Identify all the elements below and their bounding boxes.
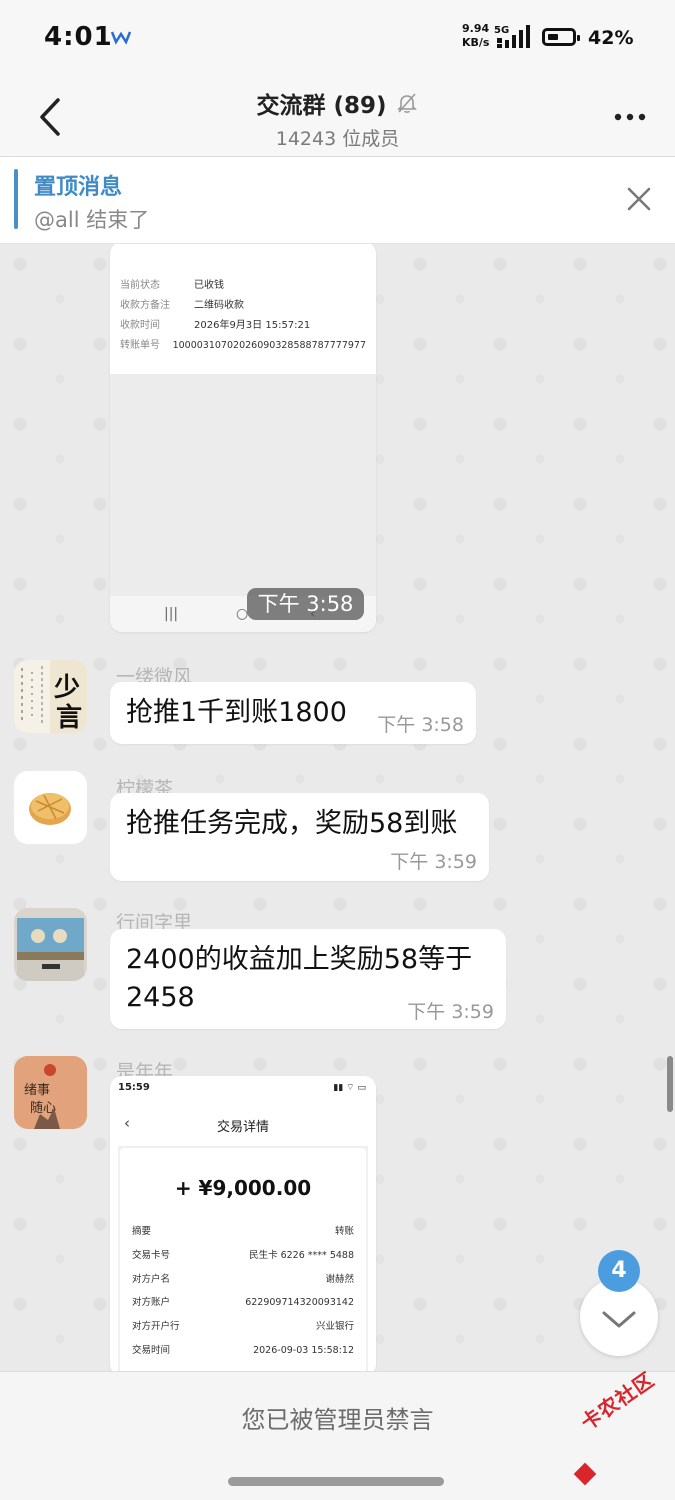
image-message[interactable]: 15:59 ▮▮ ⌔ ▭ ‹ 交易详情 + ¥9,000.00 摘要 转账 交易卡… [110, 1076, 376, 1371]
battery-percent: 42% [588, 27, 634, 49]
message-timestamp: 下午 3:58 [247, 588, 364, 620]
avatar[interactable] [14, 771, 87, 844]
message-time: 下午 3:59 [390, 851, 477, 873]
svg-text:绪事: 绪事 [24, 1083, 50, 1098]
transaction-row: 对方开户行 兴业银行 [132, 1321, 354, 1333]
tv-wall-avatar-image [14, 908, 87, 981]
image-message[interactable]: 当前状态 已收钱 收款方备注 二维码收款 收款时间 2026年9月3日 15:57:2… [110, 244, 376, 632]
avatar[interactable] [14, 908, 87, 981]
pinned-message-bar[interactable]: 置顶消息 @all 结束了 [0, 157, 675, 244]
home-indicator[interactable] [228, 1477, 444, 1486]
screenshot-status-time: 15:59 [118, 1082, 150, 1093]
svg-text:言: 言 [56, 703, 82, 733]
receipt-row: 当前状态 已收钱 [120, 280, 224, 291]
transaction-row: 对方账户 622909714320093142 [132, 1297, 354, 1309]
network-speed: 9.94 KB/s [462, 22, 490, 49]
app-logo-icon [110, 31, 132, 45]
pineapple-bun-avatar-image [14, 771, 87, 844]
message-text: 抢推任务完成，奖励58到账 [126, 808, 458, 839]
transaction-row: 摘要 转账 [132, 1226, 354, 1237]
group-title: 交流群 (89) [256, 86, 418, 120]
pinned-text: @all 结束了 [34, 208, 150, 232]
message-time: 下午 3:59 [407, 1001, 494, 1023]
receipt-row: 收款方备注 二维码收款 [120, 300, 244, 311]
receipt-row: 转账单号 10000310702026090328588787777977 [120, 340, 366, 351]
painting-avatar-image: 绪事 随心 [14, 1056, 87, 1129]
screenshot-title: 交易详情 [216, 1120, 269, 1135]
close-icon[interactable] [625, 185, 653, 213]
pinned-label: 置顶消息 [34, 175, 123, 200]
unread-count-badge: 4 [598, 1250, 640, 1292]
svg-text:5G: 5G [494, 25, 509, 36]
scrollbar-thumb[interactable] [667, 1056, 673, 1112]
chat-area[interactable]: 当前状态 已收钱 收款方备注 二维码收款 收款时间 2026年9月3日 15:57:2… [0, 244, 675, 1371]
message-bubble[interactable]: 抢推1千到账1800 下午 3:58 [110, 682, 476, 744]
transaction-row: 交易时间 2026-09-03 15:58:12 [132, 1344, 354, 1356]
svg-text:少: 少 [53, 673, 80, 703]
receipt-row: 收款时间 2026年9月3日 15:57:21 [120, 320, 311, 331]
message-bubble[interactable]: 抢推任务完成，奖励58到账 下午 3:59 [110, 793, 489, 881]
title-area[interactable]: 交流群 (89) 14243 位成员 [0, 86, 675, 151]
muted-notice-bar: 您已被管理员禁言 [0, 1371, 675, 1468]
screenshot-blank-area [110, 374, 376, 596]
avatar[interactable]: 绪事 随心 [14, 1056, 87, 1129]
calligraphy-avatar-image: 少 言 [14, 660, 87, 733]
member-count: 14243 位成员 [275, 128, 400, 150]
transaction-card: + ¥9,000.00 摘要 转账 交易卡号 民生卡 6226 **** 5488 … [120, 1148, 366, 1371]
transaction-amount: + ¥9,000.00 [174, 1176, 312, 1200]
screenshot-status-icons: ▮▮ ⌔ ▭ [333, 1083, 366, 1093]
signal-icon: 5G [494, 25, 530, 48]
receipt-details: 当前状态 已收钱 收款方备注 二维码收款 收款时间 2026年9月3日 15:57:2… [110, 244, 376, 356]
muted-bell-icon [396, 93, 417, 113]
message-time: 下午 3:58 [377, 714, 464, 736]
message-text: 抢推1千到账1800 [126, 697, 347, 728]
message-bubble[interactable]: 2400的收益加上奖励58等于 2458 下午 3:59 [110, 929, 506, 1029]
transaction-row: 交易卡号 民生卡 6226 **** 5488 [132, 1249, 354, 1261]
transaction-row: 对方户名 谢赫然 [132, 1273, 354, 1285]
recent-apps-icon: ||| [164, 606, 179, 622]
more-options-icon[interactable] [611, 102, 649, 132]
chat-header: 交流群 (89) 14243 位成员 [0, 78, 675, 157]
status-bar: 4:01 9.94 KB/s 5G 42% [0, 0, 675, 78]
transaction-details: 摘要 转账 交易卡号 民生卡 6226 **** 5488 对方户名 谢赫然 对方账户… [132, 1220, 354, 1363]
avatar[interactable]: 少 言 [14, 660, 87, 733]
pinned-indicator [14, 169, 18, 229]
status-time: 4:01 [44, 22, 113, 52]
muted-notice-text: 您已被管理员禁言 [241, 1406, 434, 1434]
battery-icon [542, 28, 580, 46]
